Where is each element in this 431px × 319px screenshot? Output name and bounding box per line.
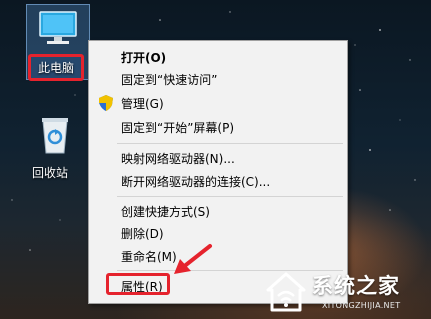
recycle-bin-desktop-icon[interactable]: 回收站 xyxy=(18,115,88,185)
menu-separator xyxy=(117,196,343,197)
menu-item-label: 固定到“开始”屏幕(P) xyxy=(121,121,235,135)
menu-item-create-shortcut[interactable]: 创建快捷方式(S) xyxy=(89,201,347,221)
menu-item-rename[interactable]: 重命名(M) xyxy=(89,246,347,266)
red-pointer-arrow-icon xyxy=(174,244,212,274)
watermark: 系统之家 XITONGZHIJIA.NET xyxy=(262,270,428,316)
this-pc-desktop-icon[interactable]: 此电脑 xyxy=(22,4,92,82)
uac-shield-icon xyxy=(99,95,113,111)
properties-highlight-box xyxy=(106,273,170,295)
menu-item-disconnect-network-drive[interactable]: 断开网络驱动器的连接(C)... xyxy=(89,171,347,191)
this-pc-label: 此电脑 xyxy=(28,54,84,81)
menu-item-label: 打开(O) xyxy=(121,51,167,65)
menu-item-map-network-drive[interactable]: 映射网络驱动器(N)... xyxy=(89,148,347,168)
recycle-bin-label: 回收站 xyxy=(32,166,69,180)
menu-item-label: 删除(D) xyxy=(121,227,164,241)
computer-icon xyxy=(39,11,77,44)
menu-item-pin-quick-access[interactable]: 固定到“快速访问” xyxy=(89,69,347,89)
menu-item-label: 固定到“快速访问” xyxy=(121,73,218,87)
menu-item-label: 管理(G) xyxy=(121,97,164,111)
recycle-bin-icon xyxy=(42,118,68,154)
menu-item-label: 重命名(M) xyxy=(121,250,177,264)
menu-item-label: 断开网络驱动器的连接(C)... xyxy=(121,175,271,189)
menu-separator xyxy=(117,143,343,144)
menu-item-manage[interactable]: 管理(G) xyxy=(89,93,347,113)
watermark-brand: 系统之家 xyxy=(312,274,400,298)
menu-item-label: 映射网络驱动器(N)... xyxy=(121,152,235,166)
watermark-url: XITONGZHIJIA.NET xyxy=(322,301,401,310)
menu-item-pin-start[interactable]: 固定到“开始”屏幕(P) xyxy=(89,117,347,137)
menu-item-open[interactable]: 打开(O) xyxy=(89,47,347,67)
watermark-logo-icon xyxy=(266,272,306,312)
menu-item-delete[interactable]: 删除(D) xyxy=(89,223,347,243)
menu-item-label: 创建快捷方式(S) xyxy=(121,205,210,219)
context-menu: 打开(O) 固定到“快速访问” 管理(G) 固定到“开始”屏幕(P) 映射网络驱… xyxy=(88,40,348,304)
